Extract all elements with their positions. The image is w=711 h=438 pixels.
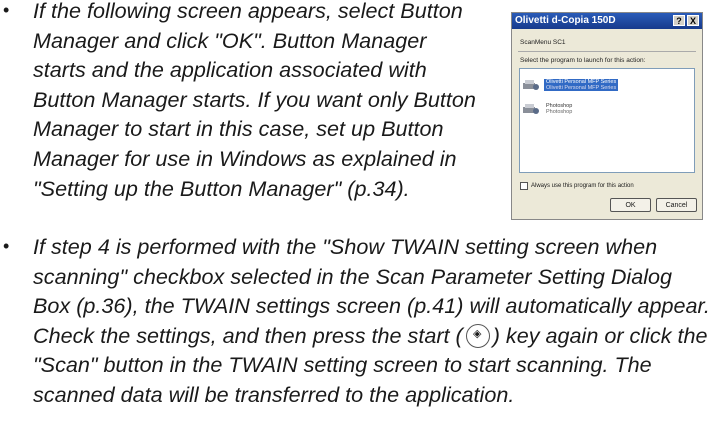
dialog-prompt: Select the program to launch for this ac… (520, 57, 646, 64)
dialog-title-bar: Olivetti d-Copia 150D ? X (512, 13, 702, 29)
always-use-checkbox[interactable]: Always use this program for this action (520, 182, 634, 190)
close-button[interactable]: X (687, 15, 699, 26)
program-desc: Photoshop (546, 109, 573, 115)
help-button[interactable]: ? (673, 15, 685, 26)
program-item-photoshop[interactable]: Photoshop Photoshop (522, 99, 574, 119)
start-key-icon: ◈ (465, 323, 490, 348)
bullet-item-1: • If the following screen appears, selec… (0, 0, 480, 203)
bullet-dot: • (3, 0, 10, 20)
divider (518, 51, 696, 52)
ok-button[interactable]: OK (610, 198, 651, 212)
dialog-subtitle: ScanMenu SC1 (520, 39, 566, 46)
bullet-item-2: • If step 4 is performed with the "Show … (0, 232, 711, 410)
program-desc: Olivetti Personal MFP Series (546, 85, 617, 91)
bullet-text-1: If the following screen appears, select … (33, 0, 476, 201)
scanner-app-icon (523, 80, 539, 90)
bullet-text-2: If step 4 is performed with the "Show TW… (0, 232, 711, 410)
cancel-button[interactable]: Cancel (656, 198, 697, 212)
checkbox-label: Always use this program for this action (531, 183, 634, 189)
bullet-dot: • (3, 236, 10, 256)
dialog-title: Olivetti d-Copia 150D (515, 15, 616, 26)
checkbox-box[interactable] (520, 182, 528, 190)
program-select-dialog: Olivetti d-Copia 150D ? X ScanMenu SC1 S… (511, 12, 703, 220)
program-item-olivetti[interactable]: Olivetti Personal MFP Series Olivetti Per… (522, 75, 619, 95)
program-list[interactable]: Olivetti Personal MFP Series Olivetti Per… (519, 68, 695, 173)
photoshop-app-icon (523, 104, 539, 114)
